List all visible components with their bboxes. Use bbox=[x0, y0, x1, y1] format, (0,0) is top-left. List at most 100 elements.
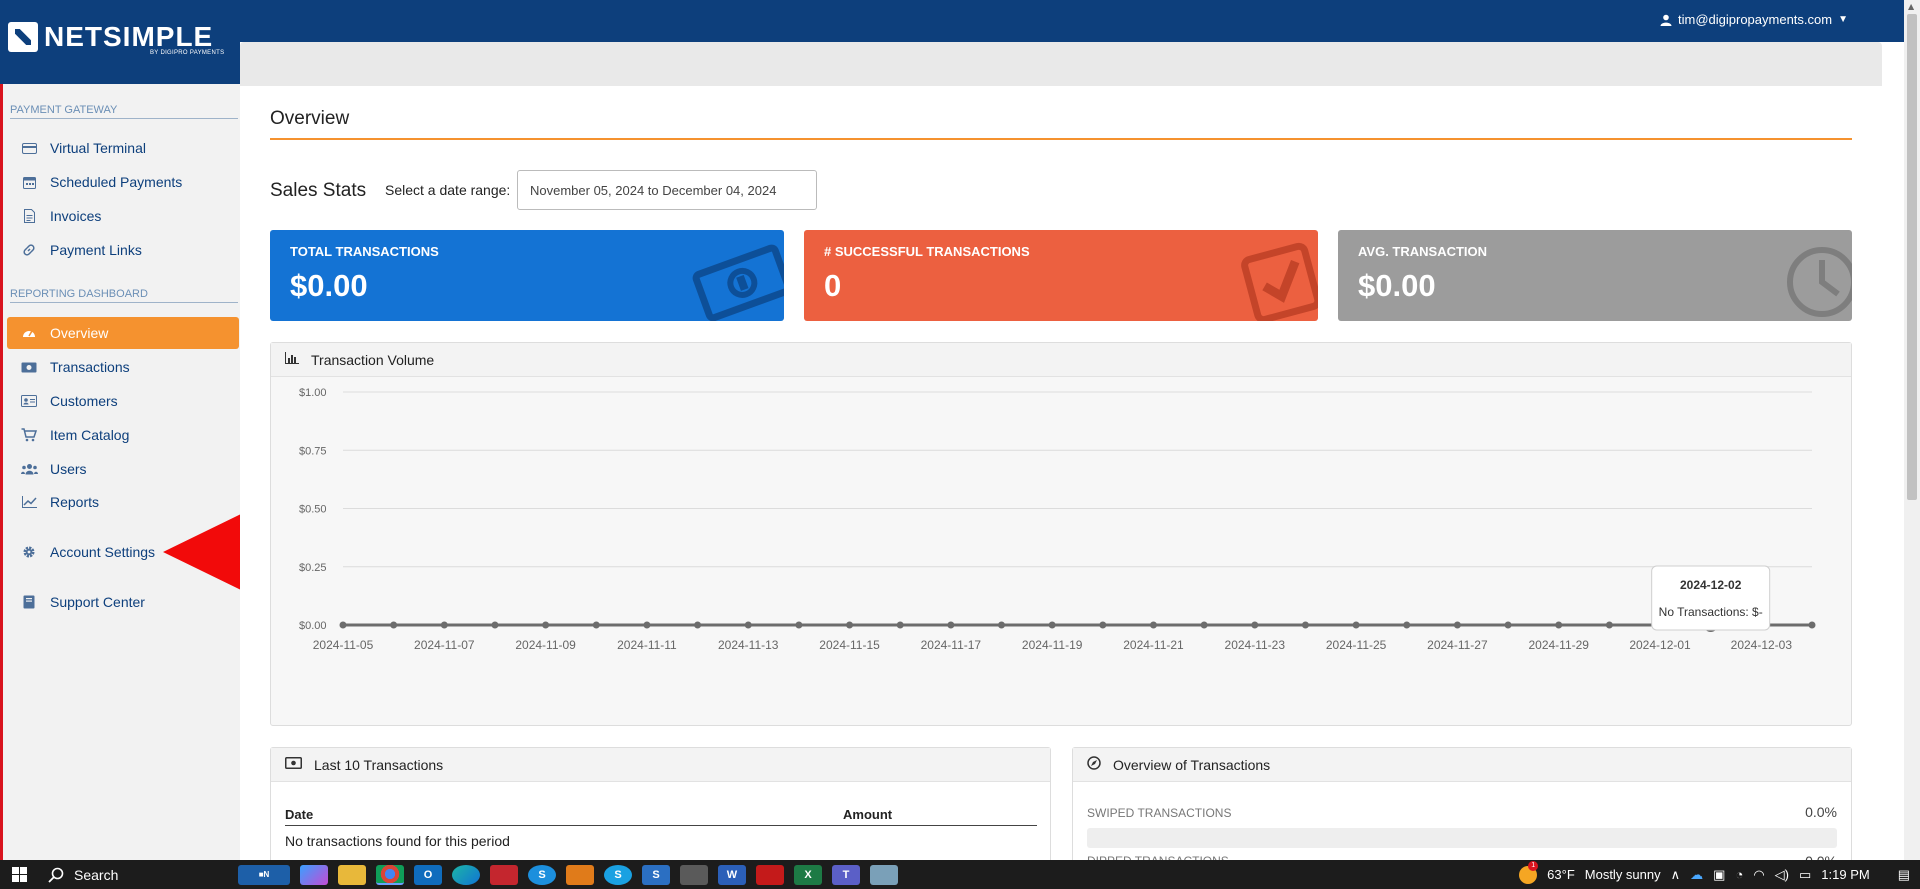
data-point bbox=[542, 621, 550, 629]
sidebar-item-label: Scheduled Payments bbox=[50, 174, 183, 190]
taskbar-pinned-apps: ■N O S S S W X T bbox=[238, 864, 898, 885]
weather-temperature[interactable]: 63°F bbox=[1547, 867, 1575, 882]
sidebar-item-scheduled-payments[interactable]: Scheduled Payments bbox=[7, 166, 239, 198]
word-icon[interactable]: W bbox=[718, 864, 746, 885]
battery-icon[interactable]: ▭ bbox=[1799, 867, 1811, 883]
panel-header: Overview of Transactions bbox=[1073, 748, 1851, 782]
logo-subtitle: BY DIGIPRO PAYMENTS bbox=[150, 50, 225, 56]
skype-s-icon[interactable]: S bbox=[528, 864, 556, 885]
start-button[interactable] bbox=[0, 860, 38, 889]
sidebar-item-label: Users bbox=[50, 461, 87, 477]
data-point bbox=[1200, 621, 1208, 629]
calendar-icon bbox=[20, 176, 38, 189]
sidebar-item-label: Payment Links bbox=[50, 242, 142, 258]
page-scrollbar[interactable]: ▲ bbox=[1904, 0, 1920, 860]
stat-card-avg-transaction: AVG. TRANSACTION $0.00 bbox=[1338, 230, 1852, 321]
user-menu[interactable]: tim@digipropayments.com ▼ bbox=[1660, 12, 1848, 27]
data-point bbox=[1403, 621, 1411, 629]
sidebar-item-label: Reports bbox=[50, 494, 100, 510]
clock-time[interactable]: 1:19 PM bbox=[1821, 867, 1869, 882]
swiped-transactions-value: 0.0% bbox=[1805, 804, 1837, 820]
sidebar-item-overview[interactable]: Overview bbox=[7, 317, 239, 349]
skype-icon[interactable]: S bbox=[604, 864, 632, 885]
x-tick-label: 2024-11-17 bbox=[921, 638, 982, 652]
stat-card-value: $0.00 bbox=[290, 268, 368, 303]
notifications-icon[interactable]: ▤ bbox=[1898, 867, 1910, 883]
swiped-transactions-label: SWIPED TRANSACTIONS bbox=[1087, 806, 1232, 820]
gauge-icon bbox=[20, 327, 38, 339]
sidebar-item-invoices[interactable]: Invoices bbox=[7, 200, 239, 232]
transaction-volume-panel: Transaction Volume $0.00 $0.25 $0.50 $0.75 $… bbox=[270, 342, 1852, 726]
tray-app-icon[interactable]: ▣ bbox=[1713, 867, 1725, 883]
stat-card-label: # SUCCESSFUL TRANSACTIONS bbox=[824, 244, 1030, 259]
transactions-table-header: Date Amount bbox=[285, 804, 1037, 826]
file-invoice-icon bbox=[20, 209, 38, 223]
data-point bbox=[1504, 621, 1512, 629]
data-point bbox=[1555, 621, 1563, 629]
excel-icon[interactable]: X bbox=[794, 864, 822, 885]
notepad-icon[interactable] bbox=[870, 864, 898, 885]
bar-chart-icon bbox=[285, 352, 299, 367]
sidebar-item-item-catalog[interactable]: Item Catalog bbox=[7, 419, 239, 451]
scroll-up-arrow-icon[interactable]: ▲ bbox=[1908, 2, 1914, 11]
sidebar-item-users[interactable]: Users bbox=[7, 453, 239, 485]
volume-icon[interactable]: ◁) bbox=[1775, 867, 1789, 883]
file-explorer-icon[interactable] bbox=[338, 864, 366, 885]
network-icon[interactable]: ◔ bbox=[1735, 867, 1743, 882]
weather-icon[interactable] bbox=[1519, 860, 1539, 884]
y-tick-label: $1.00 bbox=[299, 387, 327, 399]
netsimple-app-icon[interactable]: ■N bbox=[238, 864, 290, 885]
outlook-icon[interactable]: O bbox=[414, 864, 442, 885]
wifi-icon[interactable]: ◠ bbox=[1753, 867, 1764, 883]
sidebar-item-customers[interactable]: Customers bbox=[7, 385, 239, 417]
money-bill-icon bbox=[692, 244, 784, 321]
column-header-date[interactable]: Date bbox=[285, 807, 313, 822]
book-icon bbox=[20, 595, 38, 609]
edge-icon[interactable] bbox=[452, 864, 480, 885]
gear-icon bbox=[20, 545, 38, 559]
column-header-amount[interactable]: Amount bbox=[843, 807, 892, 822]
app-icon-blue[interactable]: S bbox=[642, 864, 670, 885]
app-icon-red[interactable] bbox=[490, 864, 518, 885]
sidebar-item-label: Transactions bbox=[50, 359, 130, 375]
page-title: Overview bbox=[270, 108, 350, 129]
chevron-up-icon[interactable]: ∧ bbox=[1671, 867, 1681, 883]
netsimple-logo[interactable]: NETSIMPLE bbox=[8, 22, 213, 52]
clock-icon bbox=[1787, 247, 1852, 317]
scrollbar-thumb[interactable] bbox=[1907, 14, 1917, 500]
data-point bbox=[1301, 621, 1309, 629]
y-tick-label: $0.25 bbox=[299, 562, 327, 574]
main-content: Overview Sales Stats Select a date range… bbox=[240, 86, 1882, 869]
sidebar-item-virtual-terminal[interactable]: Virtual Terminal bbox=[7, 132, 239, 164]
sidebar-item-payment-links[interactable]: Payment Links bbox=[7, 234, 239, 266]
date-range-input[interactable] bbox=[517, 170, 817, 210]
data-point bbox=[694, 621, 702, 629]
taskbar-search[interactable]: Search bbox=[38, 860, 232, 889]
x-tick-label: 2024-11-25 bbox=[1326, 638, 1387, 652]
teams-icon[interactable]: T bbox=[832, 864, 860, 885]
data-point bbox=[1808, 621, 1816, 629]
data-point bbox=[1099, 621, 1107, 629]
copilot-icon[interactable] bbox=[300, 864, 328, 885]
sidebar-item-label: Overview bbox=[50, 325, 109, 341]
link-icon bbox=[20, 243, 38, 257]
logo-text: NETSIMPLE bbox=[44, 21, 214, 52]
chevron-down-icon: ▼ bbox=[1838, 14, 1848, 25]
stat-card-value: $0.00 bbox=[1358, 268, 1436, 303]
money-bill-icon bbox=[285, 757, 302, 772]
stat-card-total-transactions: TOTAL TRANSACTIONS $0.00 bbox=[270, 230, 784, 321]
weather-description[interactable]: Mostly sunny bbox=[1585, 867, 1661, 882]
x-tick-label: 2024-11-05 bbox=[313, 638, 374, 652]
transaction-volume-chart[interactable]: $0.00 $0.25 $0.50 $0.75 $1.00 2024-11-05 2024-… bbox=[271, 377, 1851, 725]
onedrive-icon[interactable]: ☁ bbox=[1690, 867, 1703, 883]
sidebar-item-transactions[interactable]: Transactions bbox=[7, 351, 239, 383]
app-icon-orange[interactable] bbox=[566, 864, 594, 885]
sidebar-item-label: Customers bbox=[50, 393, 118, 409]
data-point bbox=[947, 621, 955, 629]
check-square-icon bbox=[1241, 242, 1318, 321]
chrome-icon[interactable] bbox=[376, 864, 404, 885]
panel-header: Last 10 Transactions bbox=[271, 748, 1050, 782]
calculator-icon[interactable] bbox=[680, 864, 708, 885]
title-divider bbox=[270, 138, 1852, 140]
acrobat-icon[interactable] bbox=[756, 864, 784, 885]
